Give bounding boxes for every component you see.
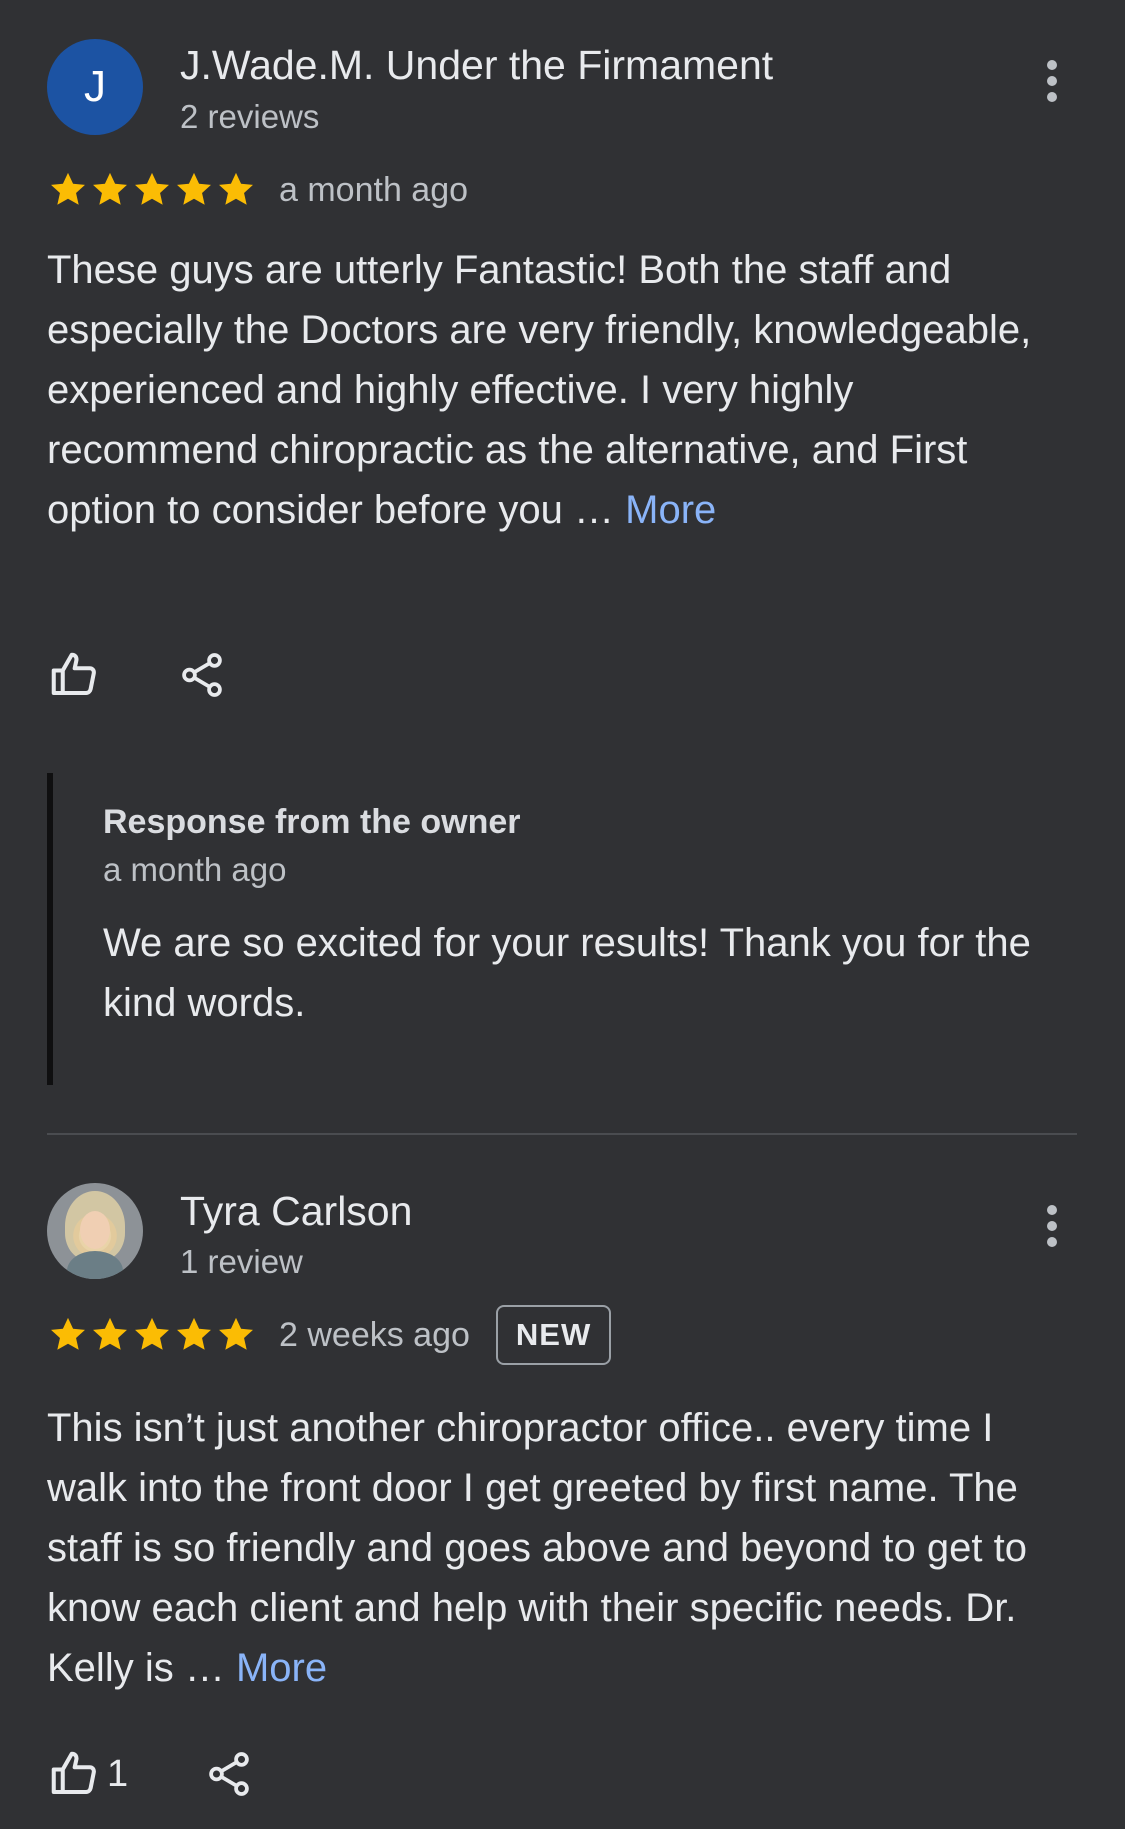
share-icon: [209, 1752, 249, 1796]
more-vert-icon[interactable]: [1040, 60, 1064, 102]
reviewer-name[interactable]: Tyra Carlson: [180, 1188, 412, 1235]
review-time: a month ago: [279, 170, 469, 209]
more-link[interactable]: More: [236, 1646, 327, 1690]
star-rating: [47, 169, 257, 211]
star-icon: [177, 1317, 211, 1350]
new-badge: NEW: [495, 1305, 612, 1365]
star-icon: [93, 172, 127, 205]
like-button[interactable]: 1: [47, 1747, 128, 1801]
owner-response-time: a month ago: [103, 851, 287, 888]
review-time: 2 weeks ago: [279, 1315, 470, 1354]
star-icon: [219, 172, 253, 205]
star-rating: [47, 1314, 257, 1356]
review-text: This isn’t just another chiropractor off…: [47, 1398, 1067, 1698]
more-link[interactable]: More: [625, 488, 716, 532]
owner-response-title: Response from the owner: [103, 803, 521, 841]
like-button[interactable]: [47, 648, 101, 702]
divider: [47, 1133, 1077, 1135]
share-button[interactable]: [204, 1749, 254, 1799]
thumb-up-icon: [51, 652, 96, 696]
review-text-content: This isn’t just another chiropractor off…: [47, 1406, 1027, 1690]
review-actions: [47, 645, 227, 705]
share-icon: [182, 653, 222, 697]
reviewer-review-count: 2 reviews: [180, 98, 320, 135]
avatar[interactable]: J: [47, 39, 143, 135]
avatar[interactable]: [47, 1183, 143, 1279]
review-actions: 1: [47, 1744, 254, 1804]
owner-response: Response from the owner a month ago We a…: [47, 773, 1073, 1085]
reviewer-name[interactable]: J.Wade.M. Under the Firmament: [180, 42, 773, 89]
star-icon: [135, 1317, 169, 1350]
star-icon: [51, 1317, 85, 1350]
star-icon: [219, 1317, 253, 1350]
star-icon: [177, 172, 211, 205]
rating-row: a month ago: [47, 162, 468, 218]
rating-row: 2 weeks ago NEW: [47, 1305, 612, 1365]
more-vert-icon[interactable]: [1040, 1205, 1064, 1247]
star-icon: [51, 172, 85, 205]
thumb-up-icon: [51, 1751, 96, 1795]
star-icon: [135, 172, 169, 205]
star-icon: [93, 1317, 127, 1350]
review-text-content: These guys are utterly Fantastic! Both t…: [47, 248, 1032, 532]
like-count: 1: [107, 1752, 129, 1795]
owner-response-text: We are so excited for your results! Than…: [103, 921, 1031, 1025]
share-button[interactable]: [177, 650, 227, 700]
review-text: These guys are utterly Fantastic! Both t…: [47, 240, 1067, 540]
reviewer-review-count: 1 review: [180, 1243, 303, 1280]
